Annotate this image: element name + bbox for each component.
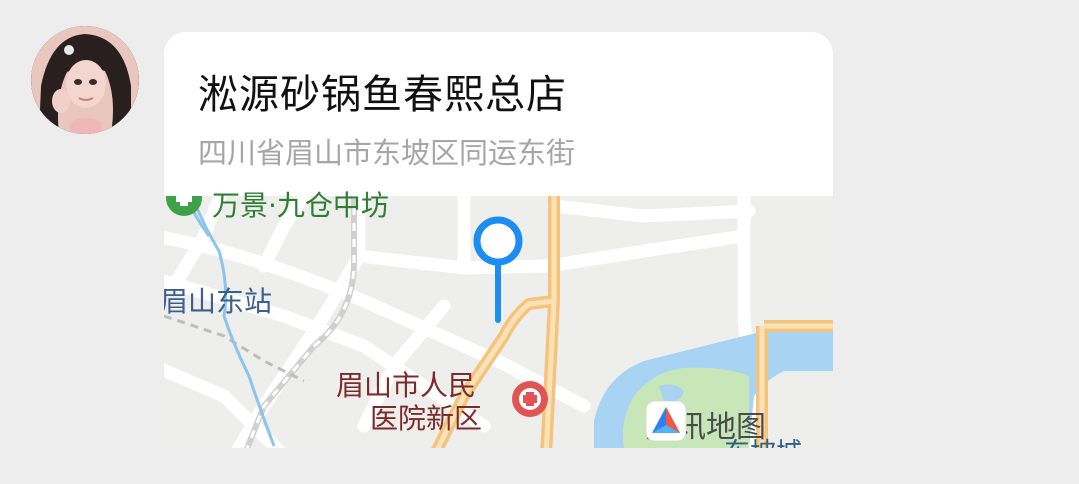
- hospital-icon: [512, 381, 548, 417]
- map-preview[interactable]: 万景·九仓中坊 眉山东站 眉山市人民 医院新区 东坡城 腾讯地图: [164, 189, 833, 448]
- location-card-header: 淞源砂锅鱼春熙总店 四川省眉山市东坡区同运东街: [164, 32, 833, 196]
- map-label-top: 万景·九仓中坊: [212, 189, 389, 222]
- map-label-station: 眉山东站: [164, 285, 273, 318]
- place-address: 四川省眉山市东坡区同运东街: [198, 136, 576, 170]
- tencent-map-logo-icon: [646, 401, 686, 441]
- map-watermark: 腾讯地图: [646, 401, 766, 447]
- location-card[interactable]: 淞源砂锅鱼春熙总店 四川省眉山市东坡区同运东街 万景·九仓中坊 眉山东站 眉山市…: [164, 32, 833, 448]
- avatar[interactable]: [31, 26, 139, 134]
- place-name: 淞源砂锅鱼春熙总店: [198, 72, 567, 118]
- map-label-hospital-line2: 医院新区: [370, 402, 483, 435]
